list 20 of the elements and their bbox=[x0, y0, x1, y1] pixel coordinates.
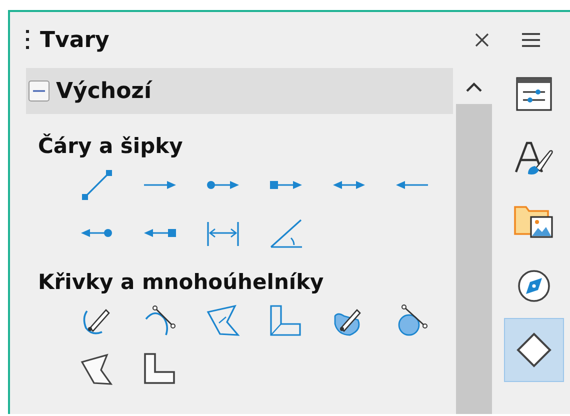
collapse-icon[interactable] bbox=[28, 80, 50, 102]
line-icon[interactable] bbox=[80, 168, 114, 202]
filled-l-shape-icon[interactable] bbox=[143, 352, 177, 386]
section-header[interactable]: Výchozí bbox=[26, 68, 453, 114]
category-title: Křivky a mnohoúhelníky bbox=[38, 270, 325, 294]
scroll-up-icon[interactable] bbox=[466, 82, 482, 92]
filled-polygon-icon[interactable] bbox=[80, 352, 114, 386]
sidebar-tab[interactable] bbox=[504, 318, 564, 382]
section-title: Výchozí bbox=[56, 78, 152, 104]
l-shape-icon[interactable] bbox=[269, 304, 303, 338]
arc-pen-icon[interactable] bbox=[143, 304, 177, 338]
menu-icon[interactable] bbox=[521, 32, 541, 48]
polygon-icon[interactable] bbox=[206, 304, 240, 338]
properties-icon bbox=[514, 74, 554, 114]
panel-title: Tvary bbox=[40, 28, 110, 52]
close-icon[interactable] bbox=[474, 32, 490, 48]
diamond-icon bbox=[514, 330, 554, 370]
category-title: Čáry a šipky bbox=[38, 134, 184, 158]
drag-handle-icon[interactable] bbox=[26, 30, 30, 50]
scrollbar-thumb[interactable] bbox=[456, 104, 492, 414]
